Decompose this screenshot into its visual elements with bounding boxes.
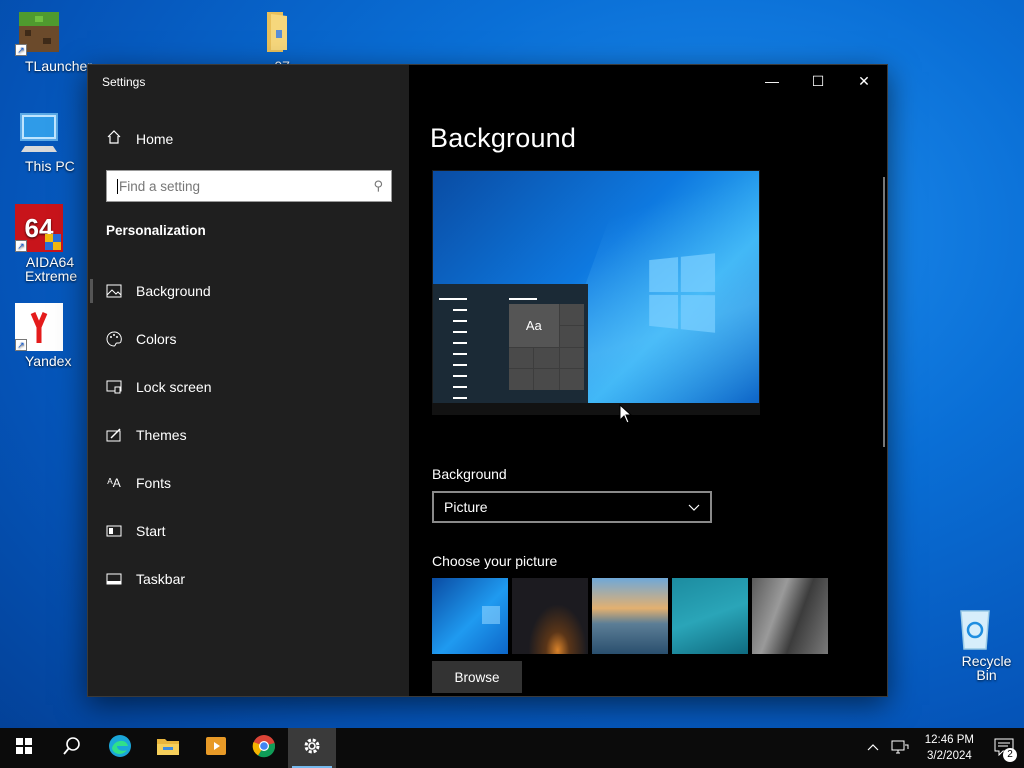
palette-icon	[106, 331, 122, 347]
network-icon[interactable]	[885, 739, 915, 758]
tlauncher-icon: ↗	[15, 8, 63, 56]
action-center-button[interactable]: 2	[984, 728, 1024, 768]
nav-item-lock-screen[interactable]: Lock screen	[88, 363, 409, 411]
close-button[interactable]: ✕	[841, 65, 887, 97]
fonts-icon: ᴬA	[107, 476, 121, 490]
recycle-bin-icon	[951, 603, 999, 651]
picture-thumbnail-1[interactable]	[432, 578, 508, 654]
image-icon	[106, 284, 122, 298]
picture-thumbnails	[432, 578, 828, 654]
taskbar-icon	[106, 573, 122, 585]
themes-icon	[106, 427, 122, 443]
picture-thumbnail-4[interactable]	[672, 578, 748, 654]
taskbar-chrome[interactable]	[240, 728, 288, 768]
desktop-icon-label: Yandex	[25, 353, 72, 369]
nav-item-background[interactable]: Background	[88, 267, 409, 315]
background-type-dropdown[interactable]: Picture	[432, 491, 712, 523]
windows-start-button[interactable]	[0, 728, 48, 768]
mouse-cursor-icon	[619, 403, 633, 429]
nav-item-label: Fonts	[136, 475, 172, 491]
computer-icon	[15, 108, 63, 156]
desktop-icon-this-pc[interactable]: This PC	[2, 108, 76, 173]
start-icon	[106, 525, 122, 537]
home-label: Home	[136, 130, 174, 147]
search-icon	[62, 736, 82, 761]
maximize-button[interactable]: ☐	[795, 65, 841, 97]
clock-date: 3/2/2024	[927, 750, 972, 762]
nav-item-label: Colors	[136, 331, 177, 347]
settings-main: — ☐ ✕ Background Aa Background Picture C…	[409, 65, 887, 696]
taskbar-edge[interactable]	[96, 728, 144, 768]
taskbar-search-button[interactable]	[48, 728, 96, 768]
windows-logo	[649, 253, 716, 333]
file-explorer-icon	[156, 736, 180, 761]
home-link[interactable]: Home	[106, 129, 173, 148]
lock-screen-icon	[106, 380, 122, 394]
taskbar-media-player[interactable]	[192, 728, 240, 768]
desktop-icon-label: TLauncher	[25, 58, 92, 74]
window-controls: — ☐ ✕	[749, 65, 887, 97]
scrollbar[interactable]	[883, 177, 885, 447]
page-title: Background	[430, 123, 577, 153]
nav-item-fonts[interactable]: ᴬA Fonts	[88, 459, 409, 507]
nav-item-label: Themes	[136, 427, 187, 443]
choose-picture-label: Choose your picture	[432, 553, 558, 569]
search-input[interactable]	[117, 178, 374, 194]
chevron-down-icon	[688, 499, 700, 515]
notification-count-badge: 2	[1003, 748, 1017, 762]
picture-thumbnail-3[interactable]	[592, 578, 668, 654]
desktop-icon-yandex[interactable]: ↗ Yandex	[2, 303, 76, 368]
settings-window: Settings Home ⚲ Personalization Backgrou…	[87, 64, 888, 697]
nav-item-themes[interactable]: Themes	[88, 411, 409, 459]
chrome-icon	[252, 734, 276, 763]
section-title: Personalization	[106, 223, 206, 238]
desktop-icon-recycle-bin[interactable]: Recycle Bin	[938, 603, 1012, 682]
settings-icon	[302, 736, 322, 761]
nav-item-label: Taskbar	[136, 571, 186, 587]
settings-sidebar: Settings Home ⚲ Personalization Backgrou…	[88, 65, 409, 696]
nav-item-taskbar[interactable]: Taskbar	[88, 555, 409, 603]
minimize-button[interactable]: —	[749, 65, 795, 97]
start-menu-preview: Aa	[433, 284, 588, 415]
nav-item-start[interactable]: Start	[88, 507, 409, 555]
desktop-icon-label: AIDA64 Extreme	[25, 254, 78, 284]
taskbar-settings[interactable]	[288, 728, 336, 768]
media-player-icon	[205, 735, 227, 762]
nav-item-label: Start	[136, 523, 166, 539]
desktop-icon-folder[interactable]: 07-0006	[236, 8, 310, 65]
search-box[interactable]: ⚲	[106, 170, 392, 202]
dropdown-value: Picture	[444, 499, 488, 515]
nav-item-colors[interactable]: Colors	[88, 315, 409, 363]
search-icon[interactable]: ⚲	[373, 178, 383, 194]
picture-thumbnail-5[interactable]	[752, 578, 828, 654]
chevron-up-icon[interactable]	[861, 742, 885, 754]
settings-nav: Background Colors Lock screen Themes ᴬA …	[88, 267, 409, 603]
taskbar-preview	[432, 403, 760, 415]
nav-item-label: Lock screen	[136, 379, 212, 395]
nav-item-label: Background	[136, 283, 211, 299]
yandex-icon: ↗	[15, 303, 63, 351]
aida64-icon: 64 ↗	[15, 204, 63, 252]
picture-thumbnail-2[interactable]	[512, 578, 588, 654]
sample-tile-text: Aa	[509, 304, 559, 347]
window-title: Settings	[102, 75, 146, 89]
desktop-icon-label: This PC	[25, 158, 75, 174]
taskbar-file-explorer[interactable]	[144, 728, 192, 768]
desktop-icon-tlauncher[interactable]: ↗ TLauncher	[2, 8, 92, 73]
clock[interactable]: 12:46 PM 3/2/2024	[915, 732, 984, 764]
browse-button[interactable]: Browse	[432, 661, 522, 693]
background-preview: Aa	[432, 170, 760, 415]
desktop-icon-label: Recycle Bin	[961, 653, 1012, 683]
windows-start-icon	[16, 737, 32, 759]
edge-icon	[108, 734, 132, 763]
home-icon	[106, 129, 122, 148]
system-tray: 12:46 PM 3/2/2024 2	[861, 728, 1024, 768]
folder-icon	[249, 8, 297, 56]
taskbar: 12:46 PM 3/2/2024 2	[0, 728, 1024, 768]
clock-time: 12:46 PM	[924, 734, 974, 746]
desktop-icon-aida64[interactable]: 64 ↗ AIDA64 Extreme	[2, 204, 77, 283]
background-type-label: Background	[432, 466, 507, 482]
